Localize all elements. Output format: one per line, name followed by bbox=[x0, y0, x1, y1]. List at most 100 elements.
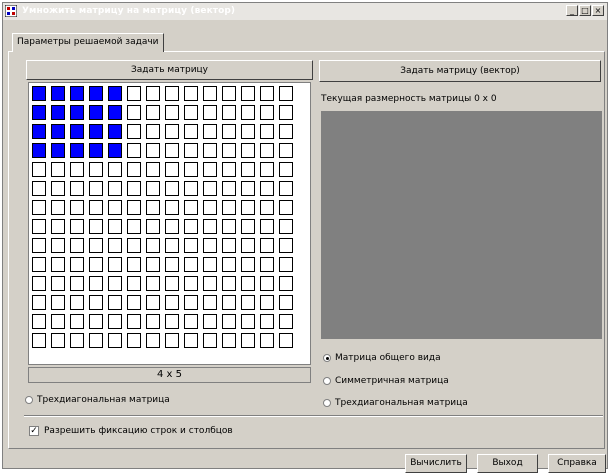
matrix-cell[interactable] bbox=[203, 143, 217, 158]
matrix-cell[interactable] bbox=[184, 200, 198, 215]
matrix-cell[interactable] bbox=[89, 257, 103, 272]
matrix-cell-selected[interactable] bbox=[89, 105, 103, 120]
matrix-cell-selected[interactable] bbox=[70, 124, 84, 139]
matrix-cell[interactable] bbox=[203, 314, 217, 329]
matrix-cell[interactable] bbox=[165, 86, 179, 101]
matrix-cell[interactable] bbox=[165, 143, 179, 158]
matrix-cell[interactable] bbox=[222, 143, 236, 158]
matrix-cell[interactable] bbox=[222, 219, 236, 234]
matrix-cell[interactable] bbox=[165, 238, 179, 253]
matrix-cell[interactable] bbox=[32, 238, 46, 253]
matrix-cell[interactable] bbox=[127, 181, 141, 196]
radio-button-checked[interactable] bbox=[323, 354, 331, 362]
matrix-cell[interactable] bbox=[203, 86, 217, 101]
matrix-cell[interactable] bbox=[146, 257, 160, 272]
matrix-cell[interactable] bbox=[127, 238, 141, 253]
title-bar[interactable]: Умножить матрицу на матрицу (вектор) _ □… bbox=[3, 3, 607, 20]
allow-fix-checkbox[interactable]: ✓ bbox=[29, 426, 39, 436]
matrix-cell[interactable] bbox=[279, 314, 293, 329]
matrix-cell[interactable] bbox=[241, 219, 255, 234]
matrix-cell[interactable] bbox=[184, 86, 198, 101]
matrix-cell[interactable] bbox=[70, 219, 84, 234]
matrix-cell[interactable] bbox=[279, 105, 293, 120]
matrix-cell[interactable] bbox=[32, 333, 46, 348]
matrix-cell[interactable] bbox=[108, 238, 122, 253]
matrix-cell[interactable] bbox=[89, 238, 103, 253]
matrix-cell-selected[interactable] bbox=[70, 105, 84, 120]
radio-tridiagonal-matrix[interactable]: Трехдиагональная матрица bbox=[323, 398, 468, 408]
matrix-cell[interactable] bbox=[279, 257, 293, 272]
matrix-cell[interactable] bbox=[260, 238, 274, 253]
matrix-cell[interactable] bbox=[146, 314, 160, 329]
matrix-cell[interactable] bbox=[51, 200, 65, 215]
matrix-cell[interactable] bbox=[279, 219, 293, 234]
matrix-cell[interactable] bbox=[165, 314, 179, 329]
matrix-cell[interactable] bbox=[51, 219, 65, 234]
matrix-cell-selected[interactable] bbox=[32, 124, 46, 139]
matrix-cell[interactable] bbox=[241, 200, 255, 215]
matrix-cell[interactable] bbox=[108, 200, 122, 215]
matrix-cell[interactable] bbox=[184, 143, 198, 158]
matrix-cell-selected[interactable] bbox=[32, 86, 46, 101]
matrix-cell[interactable] bbox=[184, 162, 198, 177]
matrix-cell[interactable] bbox=[279, 200, 293, 215]
matrix-cell[interactable] bbox=[108, 257, 122, 272]
matrix-cell-selected[interactable] bbox=[89, 86, 103, 101]
matrix-cell[interactable] bbox=[241, 181, 255, 196]
matrix-cell-selected[interactable] bbox=[70, 86, 84, 101]
matrix-cell[interactable] bbox=[222, 124, 236, 139]
matrix-cell[interactable] bbox=[51, 181, 65, 196]
matrix-cell[interactable] bbox=[70, 162, 84, 177]
matrix-cell[interactable] bbox=[70, 333, 84, 348]
matrix-cell[interactable] bbox=[108, 333, 122, 348]
matrix-cell[interactable] bbox=[32, 200, 46, 215]
matrix-cell-selected[interactable] bbox=[70, 143, 84, 158]
matrix-cell[interactable] bbox=[203, 124, 217, 139]
matrix-cell-selected[interactable] bbox=[32, 105, 46, 120]
matrix-cell[interactable] bbox=[279, 295, 293, 310]
matrix-cell[interactable] bbox=[51, 276, 65, 291]
matrix-cell[interactable] bbox=[279, 86, 293, 101]
matrix-grid[interactable] bbox=[28, 82, 311, 365]
matrix-cell-selected[interactable] bbox=[51, 124, 65, 139]
matrix-cell[interactable] bbox=[203, 105, 217, 120]
matrix-cell[interactable] bbox=[146, 333, 160, 348]
matrix-cell[interactable] bbox=[127, 200, 141, 215]
matrix-cell[interactable] bbox=[279, 162, 293, 177]
radio-button[interactable] bbox=[323, 377, 331, 385]
matrix-cell[interactable] bbox=[241, 314, 255, 329]
matrix-cell[interactable] bbox=[51, 314, 65, 329]
matrix-cell[interactable] bbox=[146, 86, 160, 101]
matrix-cell-selected[interactable] bbox=[89, 143, 103, 158]
matrix-cell[interactable] bbox=[70, 200, 84, 215]
matrix-cell[interactable] bbox=[108, 162, 122, 177]
matrix-cell-selected[interactable] bbox=[51, 86, 65, 101]
matrix-cell[interactable] bbox=[127, 105, 141, 120]
matrix-cell[interactable] bbox=[184, 333, 198, 348]
matrix-cell-selected[interactable] bbox=[51, 143, 65, 158]
matrix-cell[interactable] bbox=[184, 314, 198, 329]
matrix-cell[interactable] bbox=[260, 124, 274, 139]
matrix-cell[interactable] bbox=[32, 295, 46, 310]
matrix-cell[interactable] bbox=[127, 257, 141, 272]
matrix-cell[interactable] bbox=[222, 257, 236, 272]
matrix-cell[interactable] bbox=[127, 314, 141, 329]
matrix-cell[interactable] bbox=[165, 257, 179, 272]
matrix-cell[interactable] bbox=[184, 181, 198, 196]
matrix-cell[interactable] bbox=[222, 105, 236, 120]
matrix-cell[interactable] bbox=[127, 143, 141, 158]
matrix-cell[interactable] bbox=[241, 333, 255, 348]
matrix-cell[interactable] bbox=[146, 200, 160, 215]
matrix-cell[interactable] bbox=[51, 333, 65, 348]
matrix-cell[interactable] bbox=[108, 219, 122, 234]
matrix-cell[interactable] bbox=[260, 181, 274, 196]
set-matrix-vector-button[interactable]: Задать матрицу (вектор) bbox=[319, 60, 601, 82]
matrix-cell[interactable] bbox=[32, 219, 46, 234]
matrix-cell[interactable] bbox=[260, 276, 274, 291]
matrix-cell[interactable] bbox=[260, 200, 274, 215]
matrix-cell[interactable] bbox=[222, 162, 236, 177]
matrix-cell[interactable] bbox=[184, 105, 198, 120]
matrix-cell[interactable] bbox=[70, 295, 84, 310]
matrix-cell[interactable] bbox=[241, 143, 255, 158]
matrix-cell[interactable] bbox=[89, 162, 103, 177]
